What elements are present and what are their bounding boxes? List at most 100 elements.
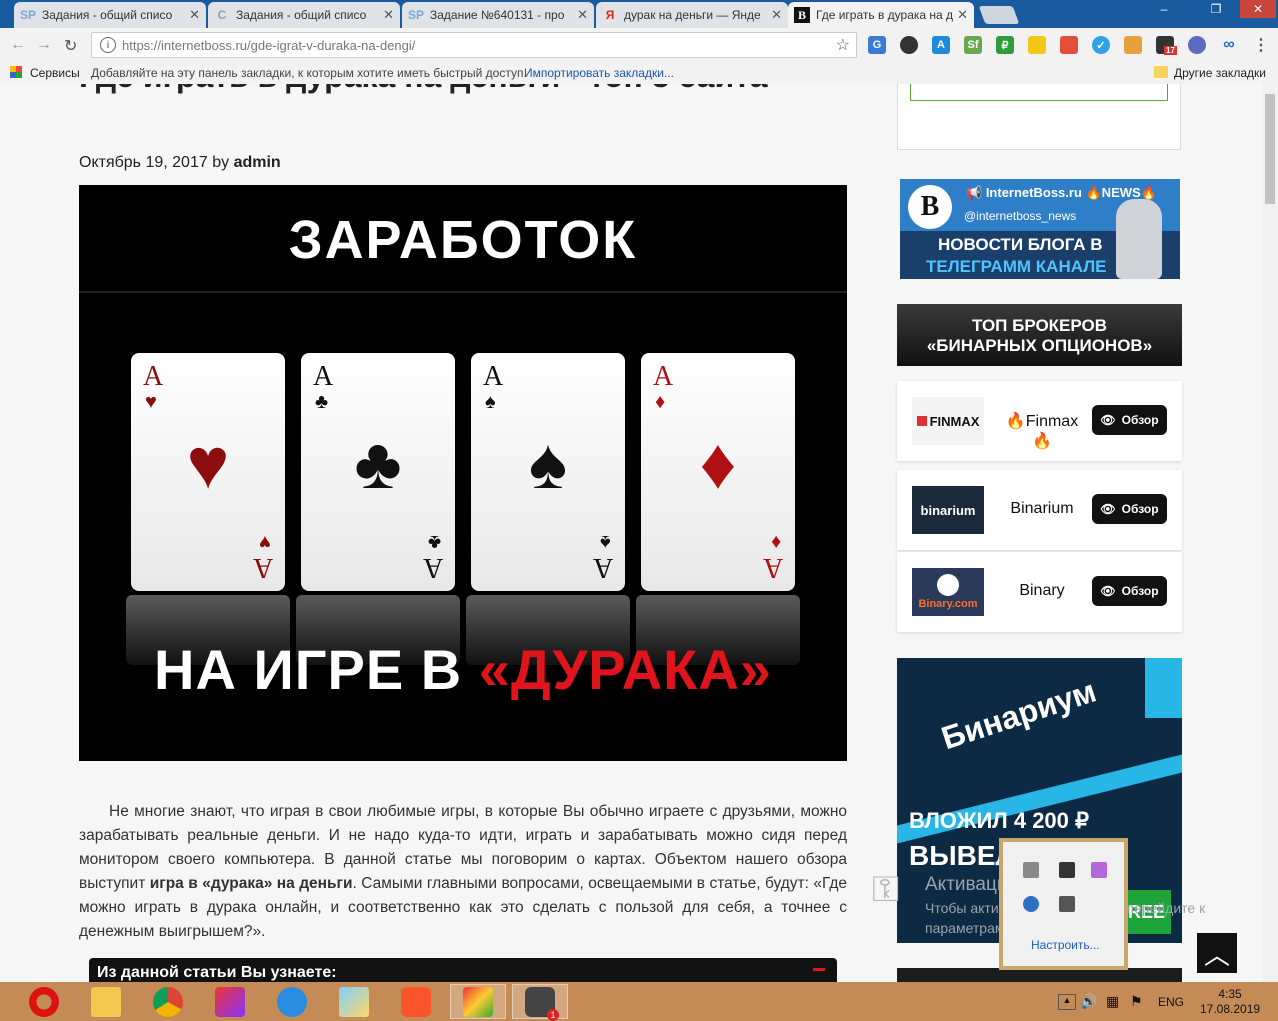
network-icon[interactable]: ▦ (1106, 993, 1119, 1010)
tab-yandex-search[interactable]: Я дурак на деньги — Янде ✕ (596, 2, 788, 28)
telegram-banner[interactable]: B 📢 InternetBoss.ru 🔥NEWS🔥 @internetboss… (900, 179, 1180, 279)
action-center-icon[interactable]: ⚑ (1130, 993, 1143, 1010)
brave-task[interactable] (388, 984, 444, 1019)
next-widget-top (897, 968, 1182, 982)
explorer-task[interactable] (78, 984, 134, 1019)
flame-icon: 🔥 (1005, 413, 1026, 430)
close-icon[interactable]: ✕ (383, 7, 394, 23)
clock[interactable]: 4:35 17.08.2019 (1200, 987, 1260, 1017)
eye-icon: 👁 (1100, 413, 1116, 427)
feather-icon[interactable] (1091, 862, 1107, 878)
card-suit-bottom-icon: ♦ (770, 531, 781, 553)
chrome-menu-icon[interactable]: ⋮ (1252, 36, 1270, 54)
security-icon[interactable] (1059, 896, 1075, 912)
card-suit-small-icon: ♣ (315, 391, 329, 413)
close-icon[interactable]: ✕ (771, 7, 782, 23)
card-suit-small-icon: ♠ (485, 391, 496, 413)
active-app-task[interactable] (450, 984, 506, 1019)
review-button-label: Обзор (1121, 502, 1159, 516)
volume-icon[interactable]: 🔊 (1080, 993, 1097, 1010)
language-indicator[interactable]: ENG (1158, 995, 1184, 1009)
translate-extension-icon[interactable]: G (868, 36, 886, 54)
back-arrow-icon[interactable]: ← (10, 36, 26, 54)
forward-arrow-icon[interactable]: → (36, 36, 52, 54)
minimize-button[interactable]: – (1150, 0, 1178, 18)
opera-task[interactable] (16, 984, 72, 1019)
pointing-hand-icon (1116, 199, 1162, 279)
binary-globe-icon (937, 574, 959, 596)
apps-grid-icon[interactable] (10, 66, 22, 78)
tab-zadaniya-2[interactable]: C Задания - общий списо ✕ (208, 2, 400, 28)
new-tab-button[interactable] (978, 6, 1020, 24)
apps-bookmark[interactable]: Сервисы (30, 66, 80, 80)
bookmarks-bar: Сервисы Добавляйте на эту панель закладк… (0, 62, 1278, 85)
close-window-button[interactable]: ✕ (1240, 0, 1276, 18)
folder-extension-icon[interactable] (1028, 36, 1046, 54)
import-bookmarks-link[interactable]: Импортировать закладки... (524, 66, 674, 80)
close-icon[interactable]: ✕ (577, 7, 588, 23)
menu-extension-icon[interactable]: 17 (1156, 36, 1177, 55)
review-button[interactable]: 👁 Обзор (1092, 494, 1167, 524)
tab-title: Задания - общий списо (42, 8, 173, 22)
sf-extension-icon[interactable]: Sf (964, 36, 982, 54)
card-rank-bottom: A (592, 552, 613, 583)
broker-name-text: Finmax (1025, 413, 1079, 430)
tray-customize-link[interactable]: Настроить... (1031, 938, 1100, 952)
check-extension-icon[interactable]: ✓ (1092, 36, 1110, 54)
close-icon[interactable]: ✕ (957, 7, 968, 23)
review-button[interactable]: 👁 Обзор (1092, 576, 1167, 606)
ie-icon (277, 986, 307, 1017)
playing-card: A ♠ ♠ A ♠ (471, 353, 625, 591)
tray-expand-icon[interactable]: ▲ (1058, 994, 1076, 1010)
app-task[interactable] (202, 984, 258, 1019)
tab-strip: SP Задания - общий списо ✕ C Задания - о… (0, 0, 1278, 28)
binary-logo-text: Binary.com (918, 598, 978, 610)
infinity-extension-icon[interactable]: ∞ (1220, 36, 1238, 54)
vpn-task[interactable]: 1 (512, 984, 568, 1021)
maximize-button[interactable]: ❐ (1202, 0, 1230, 18)
nvidia-icon[interactable] (1059, 862, 1075, 878)
a-extension-icon[interactable]: A (932, 36, 950, 54)
paragraph-bold: игра в «дурака» на деньги (149, 875, 353, 892)
toc-collapse-icon[interactable] (813, 968, 825, 971)
telegram-line-2: ТЕЛЕГРАММ КАНАЛЕ (926, 257, 1107, 276)
scrollbar-thumb[interactable] (1265, 94, 1275, 204)
address-bar[interactable]: i https://internetboss.ru/gde-igrat-v-du… (91, 32, 857, 58)
update-icon[interactable] (1023, 896, 1039, 912)
brave-icon (401, 986, 431, 1017)
finmax-logo: FINMAX (912, 397, 984, 445)
tab-zadanie-640131[interactable]: SP Задание №640131 - про ✕ (402, 2, 594, 28)
broker-card-finmax: FINMAX 🔥Finmax🔥 👁 Обзор (897, 381, 1182, 461)
key-extension-icon[interactable] (1124, 36, 1142, 54)
cube-task[interactable] (326, 984, 382, 1019)
card-rank-bottom: A (422, 552, 443, 583)
flame-icon: 🔥 (1032, 433, 1052, 450)
scroll-to-top-button[interactable]: ︿ (1197, 933, 1237, 973)
url-host: https://internetboss.ru/ (122, 37, 251, 53)
review-button[interactable]: 👁 Обзор (1092, 405, 1167, 435)
ie-task[interactable] (264, 984, 320, 1019)
blue-extension-icon[interactable] (1188, 36, 1206, 54)
bookmark-star-icon[interactable]: ☆ (836, 35, 850, 55)
binarium-logo: binarium (912, 486, 984, 534)
site-info-icon[interactable]: i (100, 37, 116, 53)
chrome-task[interactable] (140, 984, 196, 1019)
sidebar-search-field[interactable] (910, 84, 1168, 101)
author-link[interactable]: admin (234, 154, 281, 171)
url-text[interactable]: https://internetboss.ru/gde-igrat-v-dura… (122, 38, 836, 53)
reload-icon[interactable]: ↻ (64, 36, 77, 56)
tab-zadaniya-1[interactable]: SP Задания - общий списо ✕ (14, 2, 206, 28)
other-bookmarks[interactable]: Другие закладки (1174, 66, 1266, 80)
brokers-header: ТОП БРОКЕРОВ «БИНАРНЫХ ОПЦИОНОВ» (897, 304, 1182, 366)
extension-badge: 17 (1164, 46, 1177, 55)
close-icon[interactable]: ✕ (189, 7, 200, 23)
article-meta: Октябрь 19, 2017 by admin (79, 154, 281, 172)
tab-internetboss-active[interactable]: B Где играть в дурака на д ✕ (788, 2, 974, 28)
ghost-extension-icon[interactable] (900, 36, 918, 54)
broker-name: Binary (1019, 582, 1065, 599)
cube-extension-icon[interactable] (1060, 36, 1078, 54)
card-suit-small-icon: ♥ (145, 391, 157, 413)
ruble-extension-icon[interactable]: ₽ (996, 36, 1014, 54)
page-scrollbar[interactable] (1262, 84, 1278, 982)
usb-icon[interactable] (1023, 862, 1039, 878)
